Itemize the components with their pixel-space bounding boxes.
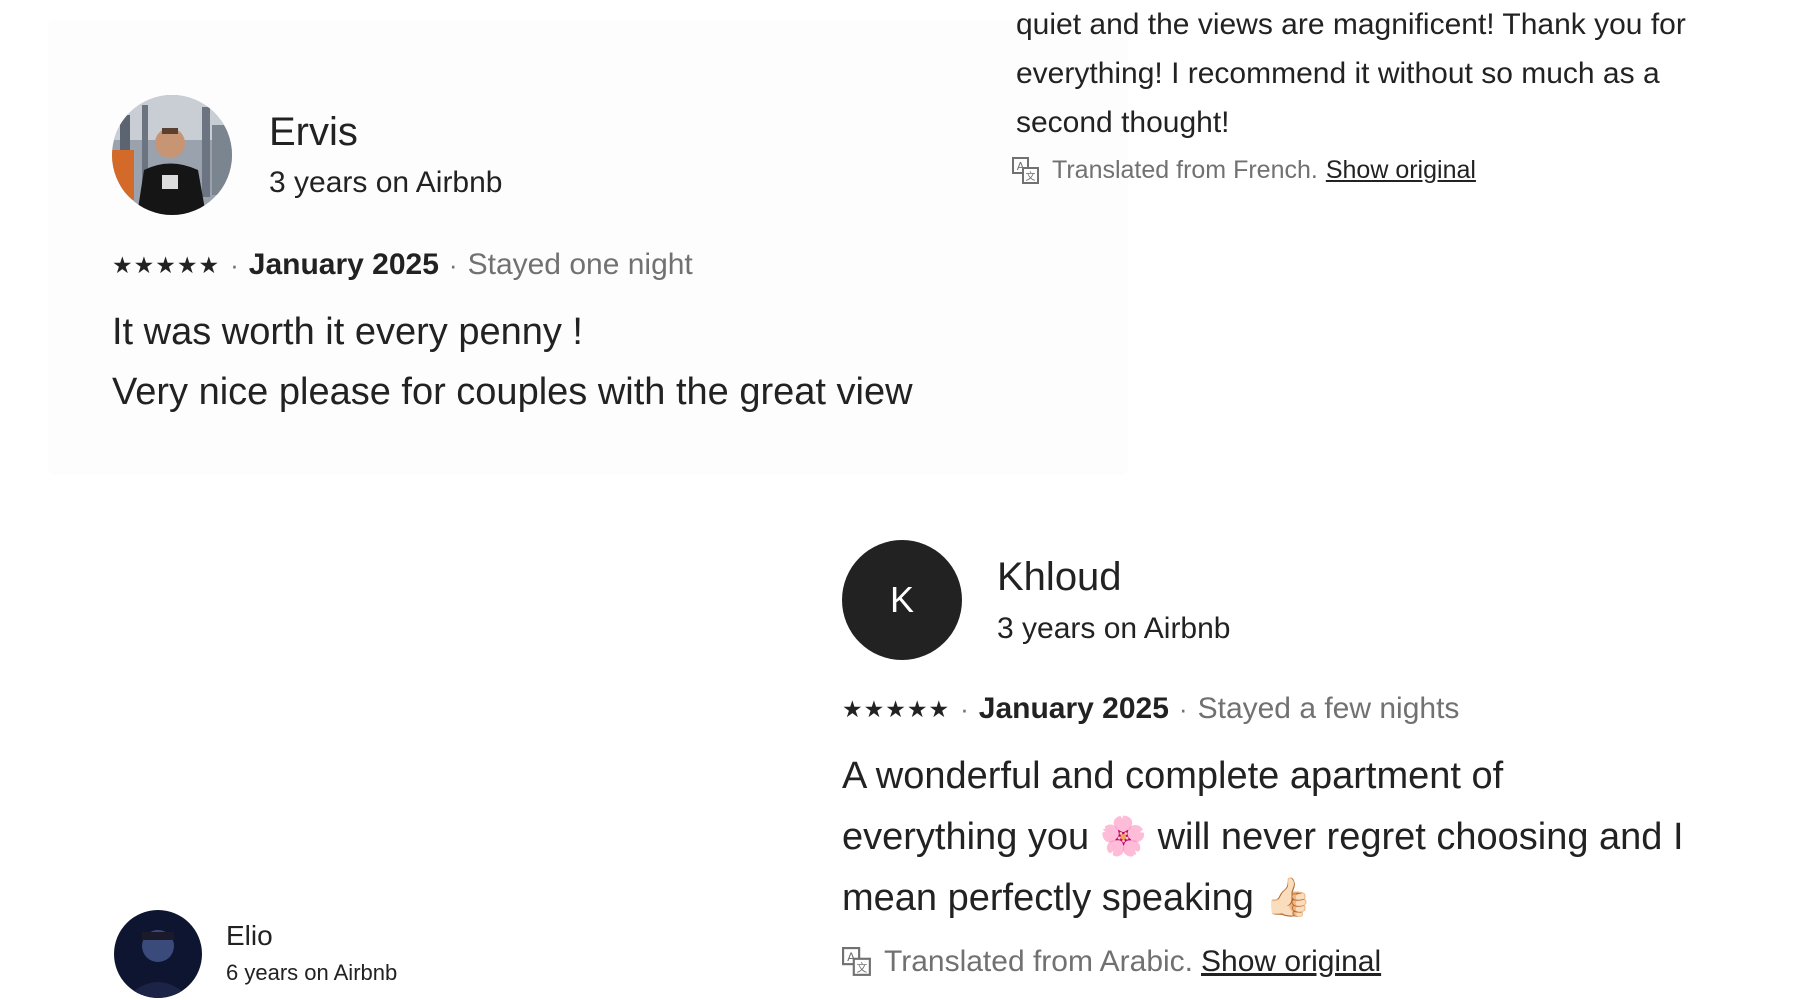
svg-text:文: 文: [1026, 170, 1036, 183]
reviewer-tenure: 3 years on Airbnb: [997, 612, 1231, 645]
stay-length: Stayed one night: [467, 248, 693, 281]
review-translation-note: A 文 Translated from Arabic. Show origina…: [842, 945, 1381, 979]
previous-review-translation-note: A 文 Translated from French. Show origina…: [1012, 156, 1476, 185]
previous-review-line: second thought!: [1016, 106, 1230, 139]
review-line: Very nice please for couples with the gr…: [112, 371, 913, 413]
previous-review-line: quiet and the views are magnificent! Tha…: [1016, 8, 1686, 41]
reviewer-tenure: 3 years on Airbnb: [269, 166, 503, 199]
translate-icon: A 文: [1012, 156, 1040, 185]
review-line-segment: will never regret choosing and I: [1157, 816, 1684, 858]
separator: ·: [1178, 693, 1188, 724]
separator: ·: [448, 249, 458, 280]
svg-text:文: 文: [856, 962, 867, 975]
review-line: everything you 🌸 will never regret choos…: [842, 806, 1792, 867]
show-original-link[interactable]: Show original: [1201, 945, 1381, 979]
review-line: A wonderful and complete apartment of: [842, 755, 1504, 797]
separator: ·: [230, 249, 239, 280]
review-line-segment: mean perfectly speaking: [842, 877, 1254, 919]
review-line-segment: everything you: [842, 816, 1090, 858]
avatar-khloud[interactable]: K: [842, 540, 962, 660]
previous-review-text: quiet and the views are magnificent! Tha…: [1016, 0, 1796, 147]
flower-emoji-icon: 🌸: [1099, 814, 1148, 858]
review-date: January 2025: [978, 692, 1169, 725]
review-meta: ★★★★★ · January 2025 · Stayed one night: [112, 248, 693, 282]
reviews-page: quiet and the views are magnificent! Tha…: [0, 0, 1800, 1000]
review-line: It was worth it every penny !: [112, 311, 583, 353]
review-date: January 2025: [248, 248, 439, 281]
avatar-letter: K: [889, 579, 914, 620]
reviewer-tenure: 6 years on Airbnb: [226, 960, 398, 985]
separator: ·: [960, 693, 969, 724]
star-rating-icon: ★★★★★: [842, 695, 951, 722]
review-text: A wonderful and complete apartment of ev…: [842, 746, 1792, 928]
translated-label: Translated from French.: [1052, 156, 1318, 184]
translated-label: Translated from Arabic.: [884, 945, 1194, 978]
review-line: mean perfectly speaking 👍🏻: [842, 867, 1792, 928]
star-rating-icon: ★★★★★: [112, 251, 221, 278]
reviewer-name[interactable]: Khloud: [997, 555, 1122, 600]
thumbs-up-emoji-icon: 👍🏻: [1264, 875, 1312, 919]
review-text: It was worth it every penny ! Very nice …: [112, 302, 1112, 422]
show-original-link[interactable]: Show original: [1326, 156, 1476, 185]
reviewer-name[interactable]: Elio: [226, 920, 273, 952]
avatar-elio[interactable]: [114, 910, 202, 998]
stay-length: Stayed a few nights: [1197, 692, 1460, 725]
previous-review-line: everything! I recommend it without so mu…: [1016, 57, 1660, 90]
avatar-ervis[interactable]: [112, 95, 232, 215]
review-meta: ★★★★★ · January 2025 · Stayed a few nigh…: [842, 692, 1459, 726]
reviewer-name[interactable]: Ervis: [269, 110, 358, 155]
translate-icon: A 文: [842, 947, 872, 977]
